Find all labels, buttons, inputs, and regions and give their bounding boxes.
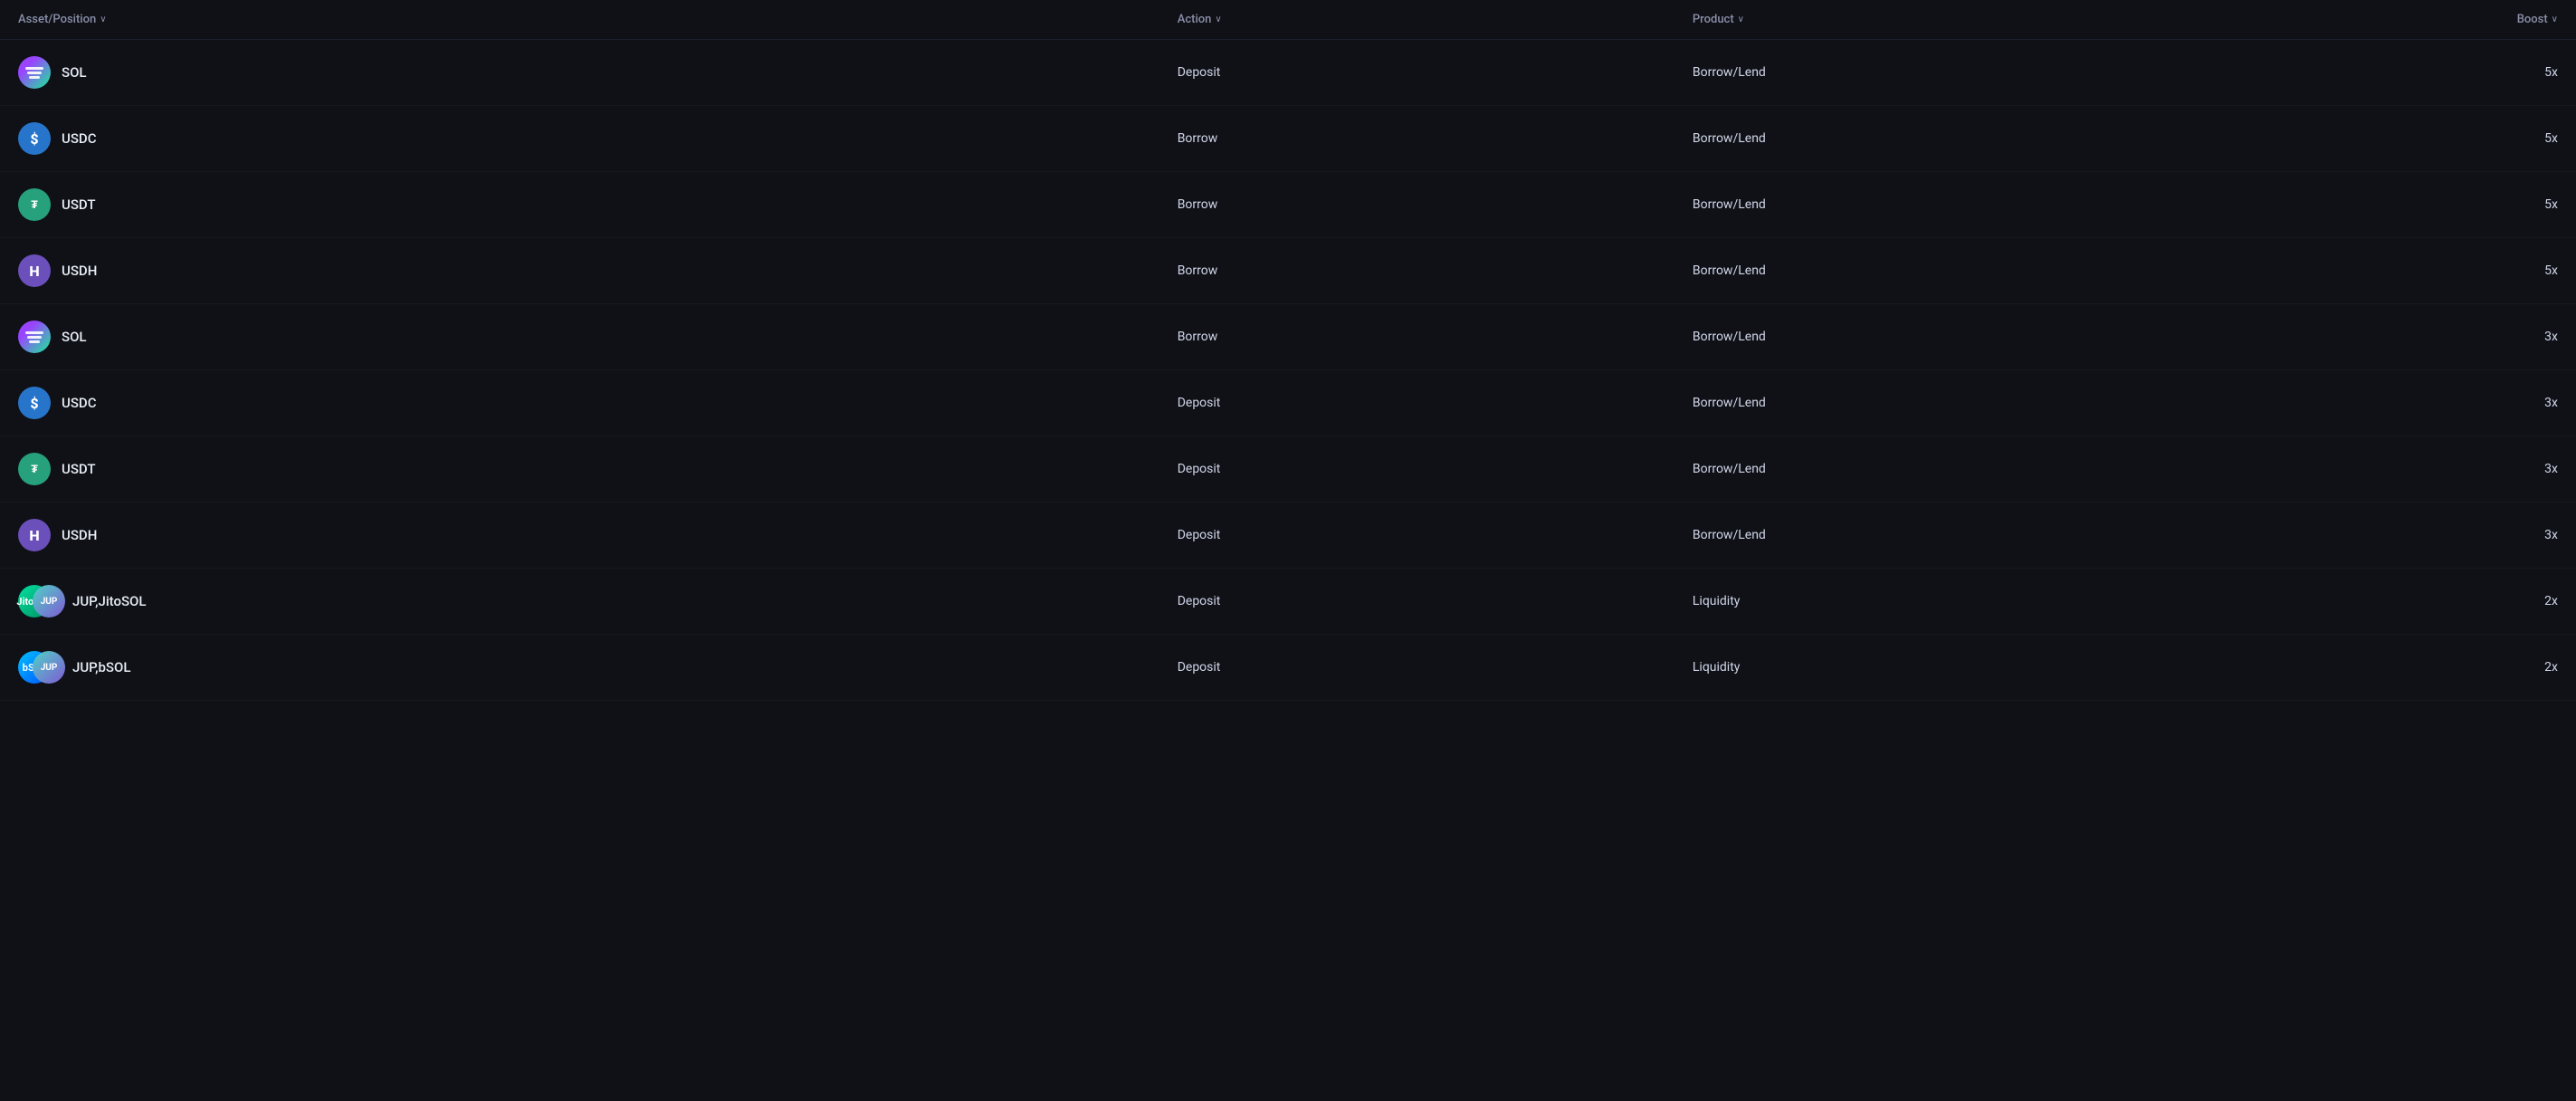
asset-name-1: SOL <box>62 64 87 81</box>
asset-name-5: SOL <box>62 329 87 345</box>
action-cell-5: Borrow <box>1159 304 1674 370</box>
action-cell-1: Deposit <box>1159 40 1674 106</box>
token-icon-usdc: $ <box>18 387 51 419</box>
product-cell-9: Liquidity <box>1674 569 2190 635</box>
token-icon-jup-jitosol: JitoSOL JUP <box>18 585 62 618</box>
product-cell-3: Borrow/Lend <box>1674 172 2190 238</box>
table-row[interactable]: SOL Deposit Borrow/Lend 5x <box>0 40 2576 106</box>
positions-table-container: Asset/Position ∨ Action ∨ Product ∨ <box>0 0 2576 701</box>
asset-name-7: USDT <box>62 461 95 477</box>
token-icon-sol <box>18 321 51 353</box>
token-icon-usdc: $ <box>18 122 51 155</box>
action-cell-7: Deposit <box>1159 436 1674 503</box>
product-cell-7: Borrow/Lend <box>1674 436 2190 503</box>
asset-name-9: JUP,JitoSOL <box>72 593 147 609</box>
asset-cell-4: H USDH <box>0 238 1159 304</box>
boost-cell-2: 5x <box>2190 106 2576 172</box>
asset-cell-1: SOL <box>0 40 1159 106</box>
boost-cell-1: 5x <box>2190 40 2576 106</box>
product-cell-2: Borrow/Lend <box>1674 106 2190 172</box>
action-cell-2: Borrow <box>1159 106 1674 172</box>
boost-cell-10: 2x <box>2190 635 2576 701</box>
token-icon-usdt: ₮ <box>18 188 51 221</box>
asset-cell-3: ₮ USDT <box>0 172 1159 238</box>
token-icon-usdh: H <box>18 519 51 551</box>
action-cell-3: Borrow <box>1159 172 1674 238</box>
token-icon-sol <box>18 56 51 89</box>
sort-icon-product: ∨ <box>1738 14 1744 24</box>
product-cell-8: Borrow/Lend <box>1674 503 2190 569</box>
table-header-row: Asset/Position ∨ Action ∨ Product ∨ <box>0 0 2576 40</box>
asset-cell-9: JitoSOL JUP JUP,JitoSOL <box>0 569 1159 635</box>
col-header-product[interactable]: Product ∨ <box>1674 0 2190 40</box>
table-body: SOL Deposit Borrow/Lend 5x $ USDC Borrow… <box>0 40 2576 701</box>
col-header-asset[interactable]: Asset/Position ∨ <box>0 0 1159 40</box>
boost-cell-5: 3x <box>2190 304 2576 370</box>
asset-name-3: USDT <box>62 196 95 213</box>
asset-name-4: USDH <box>62 263 97 279</box>
table-row[interactable]: H USDH Borrow Borrow/Lend 5x <box>0 238 2576 304</box>
token-icon-usdt: ₮ <box>18 453 51 485</box>
token-icon-jup-bsol: bSOL JUP <box>18 651 62 684</box>
col-header-action[interactable]: Action ∨ <box>1159 0 1674 40</box>
asset-name-10: JUP,bSOL <box>72 659 130 675</box>
boost-cell-3: 5x <box>2190 172 2576 238</box>
table-row[interactable]: H USDH Deposit Borrow/Lend 3x <box>0 503 2576 569</box>
boost-cell-7: 3x <box>2190 436 2576 503</box>
boost-cell-6: 3x <box>2190 370 2576 436</box>
product-cell-4: Borrow/Lend <box>1674 238 2190 304</box>
product-cell-1: Borrow/Lend <box>1674 40 2190 106</box>
sort-icon-asset: ∨ <box>100 14 106 24</box>
boost-cell-9: 2x <box>2190 569 2576 635</box>
asset-cell-7: ₮ USDT <box>0 436 1159 503</box>
asset-name-8: USDH <box>62 527 97 543</box>
product-cell-10: Liquidity <box>1674 635 2190 701</box>
table-row[interactable]: $ USDC Deposit Borrow/Lend 3x <box>0 370 2576 436</box>
table-row[interactable]: bSOL JUP JUP,bSOL Deposit Liquidity 2x <box>0 635 2576 701</box>
boost-cell-8: 3x <box>2190 503 2576 569</box>
table-row[interactable]: JitoSOL JUP JUP,JitoSOL Deposit Liquidit… <box>0 569 2576 635</box>
action-cell-8: Deposit <box>1159 503 1674 569</box>
action-cell-10: Deposit <box>1159 635 1674 701</box>
sort-icon-boost: ∨ <box>2552 14 2558 24</box>
asset-cell-2: $ USDC <box>0 106 1159 172</box>
asset-name-6: USDC <box>62 395 96 411</box>
product-cell-5: Borrow/Lend <box>1674 304 2190 370</box>
boost-cell-4: 5x <box>2190 238 2576 304</box>
asset-cell-10: bSOL JUP JUP,bSOL <box>0 635 1159 701</box>
product-cell-6: Borrow/Lend <box>1674 370 2190 436</box>
action-cell-6: Deposit <box>1159 370 1674 436</box>
token-icon-usdh: H <box>18 254 51 287</box>
table-row[interactable]: SOL Borrow Borrow/Lend 3x <box>0 304 2576 370</box>
table-row[interactable]: $ USDC Borrow Borrow/Lend 5x <box>0 106 2576 172</box>
asset-cell-5: SOL <box>0 304 1159 370</box>
table-row[interactable]: ₮ USDT Borrow Borrow/Lend 5x <box>0 172 2576 238</box>
col-header-boost[interactable]: Boost ∨ <box>2190 0 2576 40</box>
sort-icon-action: ∨ <box>1215 14 1221 24</box>
action-cell-9: Deposit <box>1159 569 1674 635</box>
action-cell-4: Borrow <box>1159 238 1674 304</box>
asset-cell-8: H USDH <box>0 503 1159 569</box>
asset-cell-6: $ USDC <box>0 370 1159 436</box>
asset-name-2: USDC <box>62 130 96 147</box>
table-row[interactable]: ₮ USDT Deposit Borrow/Lend 3x <box>0 436 2576 503</box>
positions-table: Asset/Position ∨ Action ∨ Product ∨ <box>0 0 2576 701</box>
